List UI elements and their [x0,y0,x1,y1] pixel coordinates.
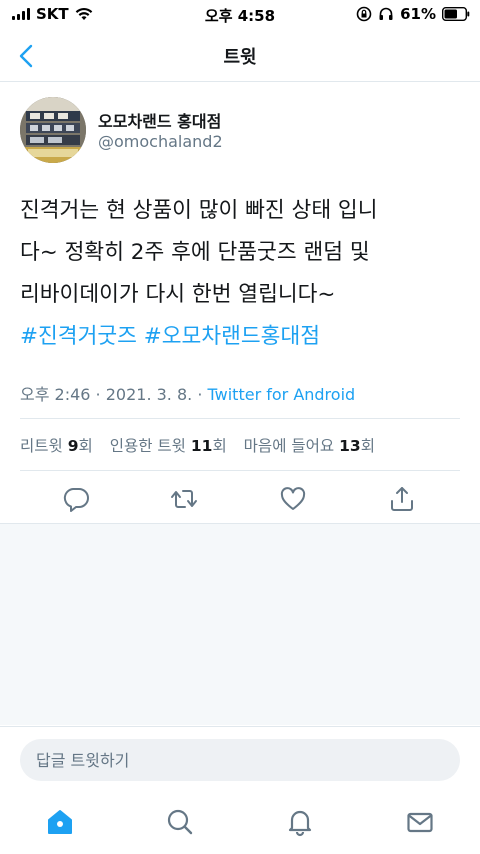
home-icon[interactable] [45,807,75,837]
likes-unit: 회 [360,437,375,455]
avatar-image [20,97,86,163]
battery-percentage: 61% [400,5,436,23]
quotes-unit: 회 [212,437,227,455]
reply-input[interactable] [20,739,460,781]
tweet-text-line: 진격거는 현 상품이 많이 빠진 상태 입니 [20,198,378,223]
retweets-count: 9 [67,437,79,455]
hashtag-link[interactable]: #오모차랜드홍대점 [144,324,320,349]
headphones-icon [379,7,393,20]
hashtag-link[interactable]: #진격거굿즈 [20,324,137,349]
messages-icon[interactable] [405,807,435,837]
empty-replies-area [0,524,480,725]
tweet-author: 오모차랜드 홍대점 @omochaland2 [20,97,460,163]
quotes-count: 11 [190,437,213,455]
notifications-icon[interactable] [285,807,315,837]
retweet-icon[interactable] [170,485,198,513]
avatar[interactable] [20,97,86,163]
tweet-text-line: 다~ 정확히 2주 후에 단품굿즈 랜덤 및 [20,240,370,265]
nav-bar: 트윗 [0,30,480,82]
share-icon[interactable] [388,485,416,513]
reply-bar [0,726,480,793]
retweets-unit: 회 [78,437,93,455]
tweet-time: 오후 2:46 [20,385,91,404]
tweet-meta: 오후 2:46 · 2021. 3. 8. · Twitter for Andr… [20,381,355,405]
tab-bar [0,793,480,854]
status-bar: SKT 오후 4:58 61% [0,0,480,30]
quotes-stat[interactable]: 인용한 트윗 11회 [110,437,227,455]
divider [20,418,460,419]
meta-separator: · [192,385,208,404]
retweets-label: 리트윗 [20,437,63,455]
tweet-actions [0,475,480,523]
battery-icon [442,7,470,21]
retweets-stat[interactable]: 리트윗 9회 [20,437,93,455]
tweet-text: 진격거는 현 상품이 많이 빠진 상태 입니 다~ 정확히 2주 후에 단품굿즈… [20,190,466,358]
tweet-stats: 리트윗 9회 인용한 트윗 11회 마음에 들어요 13회 [20,434,387,456]
divider [20,470,460,471]
user-handle[interactable]: @omochaland2 [98,132,223,151]
display-name[interactable]: 오모차랜드 홍대점 [98,108,221,132]
quotes-label: 인용한 트윗 [109,437,186,455]
tweet-source-link[interactable]: Twitter for Android [208,385,356,404]
page-title: 트윗 [223,47,257,68]
tweet-text-line: 리바이데이가 다시 한번 열립니다~ [20,282,336,307]
meta-separator: · [90,385,106,404]
tweet-date: 2021. 3. 8. [105,385,193,404]
likes-stat[interactable]: 마음에 들어요 13회 [244,437,375,455]
screen-lock-icon [356,6,372,22]
likes-label: 마음에 들어요 [243,437,335,455]
reply-icon[interactable] [62,485,90,513]
likes-count: 13 [339,437,361,455]
hashtag-line: #진격거굿즈 #오모차랜드홍대점 [20,316,466,358]
status-right: 61% [356,5,470,23]
like-icon[interactable] [279,485,307,513]
search-icon[interactable] [165,807,195,837]
